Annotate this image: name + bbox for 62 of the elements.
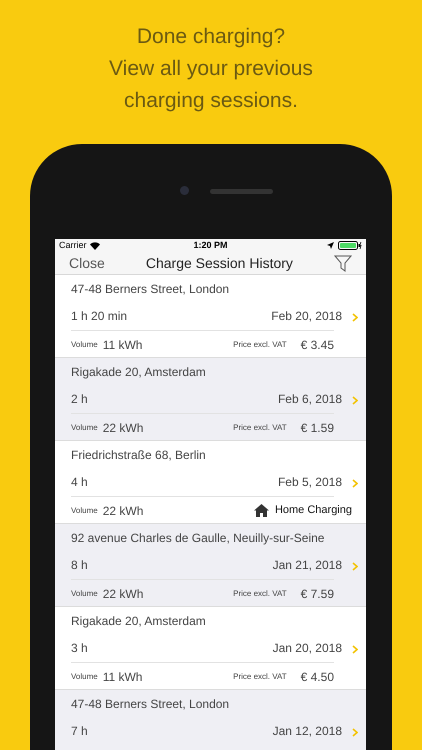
session-row[interactable]: Friedrichstraße 68, Berlin 4 h Feb 5, 2018 Volume 22 kWh Home Charging	[55, 440, 366, 524]
chevron-icon	[352, 728, 358, 736]
date-text: Jan 12, 2018	[272, 722, 342, 740]
volume-text: 11 kWh	[102, 668, 142, 686]
date-text: Feb 5, 2018	[278, 474, 342, 490]
session-row[interactable]: Rigakade 20, Amsterdam 3 h Jan 20, 2018 Volume 11 kWh Price excl. VAT € 4.50	[55, 606, 366, 690]
headline-text: charging sessions.	[124, 88, 298, 114]
price-label: Price excl. VAT	[233, 670, 287, 682]
volume-text: 22 kWh	[102, 502, 144, 520]
screen-title: Charge Session History	[146, 254, 293, 273]
filter-icon[interactable]	[334, 254, 352, 272]
price-text: € 3.45	[300, 336, 334, 354]
location-icon	[326, 242, 334, 250]
date-text: Feb 20, 2018	[271, 308, 342, 324]
address-text: 47-48 Berners Street, London	[71, 280, 230, 296]
price-label: Price excl. VAT	[233, 588, 287, 600]
price-text: € 4.50	[300, 668, 334, 686]
volume-label: Volume	[71, 338, 98, 350]
close-button[interactable]: Close	[69, 252, 105, 274]
session-row[interactable]: 92 avenue Charles de Gaulle, Neuilly-sur-Seine 8 h Jan 21, 2018 Volume 22 kWh Price excl. VAT € 7.59	[55, 524, 366, 606]
headline-text: Done charging?	[136, 24, 286, 50]
chevron-icon	[352, 312, 358, 322]
volume-label: Volume	[71, 670, 98, 682]
wifi-icon	[90, 242, 100, 250]
date-text: Jan 21, 2018	[272, 556, 342, 574]
address-text: 47-48 Berners Street, London	[71, 696, 230, 712]
volume-label: Volume	[71, 588, 98, 600]
session-row[interactable]: 47-48 Berners Street, London 7 h Jan 12, 2018	[55, 690, 366, 750]
speaker-icon	[210, 189, 273, 194]
duration-text: 2 h	[71, 390, 88, 408]
battery-icon	[338, 241, 362, 250]
volume-label: Volume	[71, 422, 98, 434]
home-charging-text: Home Charging	[274, 503, 352, 518]
price-text: € 7.59	[300, 586, 334, 602]
volume-text: 22 kWh	[102, 420, 144, 436]
date-text: Jan 20, 2018	[272, 640, 342, 656]
price-label: Price excl. VAT	[233, 422, 287, 434]
duration-text: 4 h	[71, 474, 88, 490]
price-label: Price excl. VAT	[233, 338, 287, 350]
camera-icon	[180, 186, 189, 195]
session-row[interactable]: Rigakade 20, Amsterdam 2 h Feb 6, 2018 Volume 22 kWh Price excl. VAT € 1.59	[55, 358, 366, 440]
house-icon	[254, 504, 269, 517]
address-text: Friedrichstraße 68, Berlin	[71, 446, 207, 462]
chevron-icon	[352, 644, 358, 654]
duration-text: 1 h 20 min	[71, 308, 128, 324]
volume-text: 11 kWh	[102, 336, 142, 354]
volume-label: Volume	[71, 504, 98, 516]
price-text: € 1.59	[300, 420, 334, 436]
clock-text: 1:20 PM	[193, 239, 228, 252]
carrier-text: Carrier	[59, 239, 87, 252]
duration-text: 8 h	[71, 556, 88, 574]
date-text: Feb 6, 2018	[278, 390, 342, 408]
chevron-icon	[352, 562, 358, 570]
volume-text: 22 kWh	[102, 586, 144, 602]
chevron-icon	[352, 478, 358, 488]
duration-text: 3 h	[71, 640, 88, 656]
chevron-icon	[352, 396, 358, 404]
address-text: 92 avenue Charles de Gaulle, Neuilly-sur-Seine	[71, 530, 326, 546]
headline-text: View all your previous	[109, 56, 313, 82]
address-text: Rigakade 20, Amsterdam	[71, 612, 207, 628]
address-text: Rigakade 20, Amsterdam	[71, 364, 207, 380]
duration-text: 7 h	[71, 722, 88, 740]
